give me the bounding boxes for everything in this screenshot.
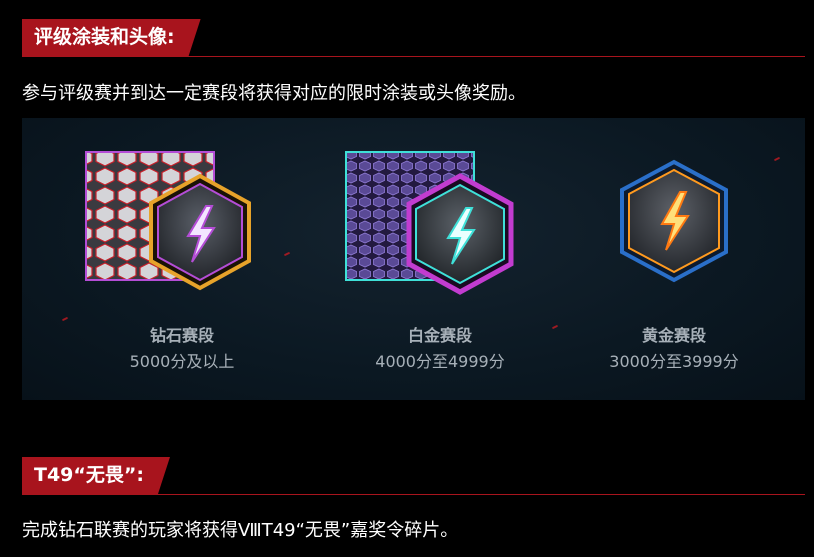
section-title: T49“无畏”: [22, 457, 170, 494]
tier-score-range: 5000分及以上 [129, 352, 235, 371]
platinum-tier-lightning-icon [406, 173, 514, 295]
section-header-camo-avatar: 评级涂装和头像: [22, 19, 805, 57]
platinum-tier-reward-image [330, 148, 550, 308]
tier-card-platinum: 白金赛段 4000分至4999分 [330, 118, 550, 400]
tier-name: 白金赛段 [407, 326, 472, 345]
tier-rewards-panel: 钻石赛段 5000分及以上 白金赛段 4000分至4999分 黄金赛段 3000… [22, 118, 805, 400]
diamond-tier-lightning-icon [149, 173, 251, 291]
decorative-spark [61, 316, 69, 322]
section-divider [22, 56, 805, 57]
tier-score-range: 3000分至3999分 [609, 352, 739, 371]
tier-score-range: 4000分至4999分 [375, 352, 505, 371]
section-description: 完成钻石联赛的玩家将获得ⅧT49“无畏”嘉奖令碎片。 [22, 520, 459, 541]
gold-tier-reward-image [564, 148, 784, 308]
tier-card-gold: 黄金赛段 3000分至3999分 [564, 118, 784, 400]
tier-name: 黄金赛段 [641, 326, 706, 345]
tier-card-diamond: 钻石赛段 5000分及以上 [72, 118, 292, 400]
decorative-spark [551, 324, 559, 330]
tier-name: 钻石赛段 [149, 326, 214, 345]
gold-tier-lightning-icon [620, 159, 728, 283]
section-title: 评级涂装和头像: [22, 19, 201, 56]
section-header-t49: T49“无畏”: [22, 457, 805, 495]
section-description: 参与评级赛并到达一定赛段将获得对应的限时涂装或头像奖励。 [22, 83, 526, 104]
section-divider [22, 494, 805, 495]
diamond-tier-reward-image [72, 148, 292, 308]
